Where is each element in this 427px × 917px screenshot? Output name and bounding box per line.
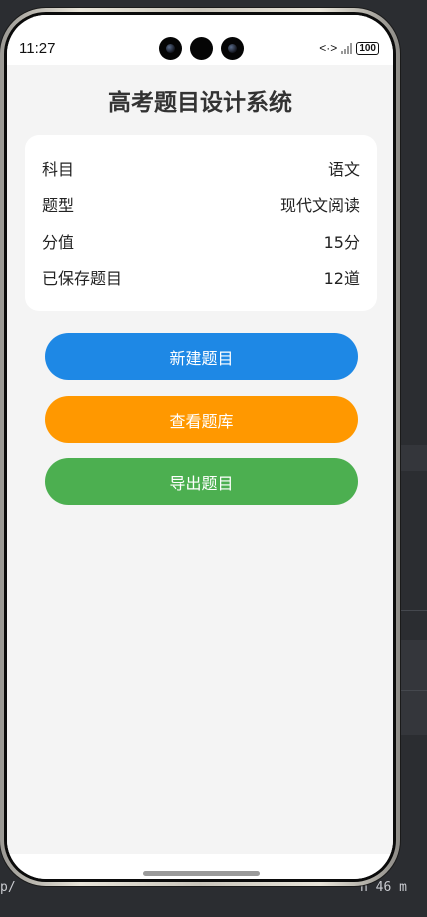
signal-icon	[341, 42, 353, 54]
camera-icon	[190, 37, 213, 60]
phone-frame: 11:27 <·> 100 高考题目设计系统 科目 语文 题型 现代文阅读 分值…	[0, 8, 400, 886]
status-bar: 11:27 <·> 100	[7, 15, 393, 65]
info-row-saved-count: 已保存题目 12道	[42, 259, 360, 295]
page-title: 高考题目设计系统	[108, 90, 292, 116]
info-label: 题型	[42, 196, 75, 215]
info-row-subject: 科目 语文	[42, 150, 360, 186]
status-time: 11:27	[19, 40, 56, 57]
terminal-text-left: p/	[0, 880, 16, 895]
gesture-bar	[7, 854, 393, 879]
info-value: 12道	[323, 269, 360, 288]
network-icon: <·>	[319, 41, 338, 55]
info-label: 分值	[42, 233, 75, 252]
view-question-bank-button[interactable]: 查看题库	[45, 396, 358, 443]
battery-icon: 100	[356, 41, 379, 55]
info-label: 科目	[42, 160, 75, 179]
info-row-score: 分值 15分	[42, 223, 360, 259]
info-card: 科目 语文 题型 现代文阅读 分值 15分 已保存题目 12道	[25, 135, 377, 311]
status-icons: <·> 100	[319, 41, 379, 55]
info-label: 已保存题目	[42, 269, 123, 288]
phone-bezel: 11:27 <·> 100 高考题目设计系统 科目 语文 题型 现代文阅读 分值…	[4, 12, 396, 882]
info-value: 语文	[327, 160, 360, 179]
new-question-button[interactable]: 新建题目	[45, 333, 358, 380]
camera-icon	[159, 37, 182, 60]
export-questions-button[interactable]: 导出题目	[45, 458, 358, 505]
phone-screen: 11:27 <·> 100 高考题目设计系统 科目 语文 题型 现代文阅读 分值…	[7, 15, 393, 879]
info-row-question-type: 题型 现代文阅读	[42, 186, 360, 222]
info-value: 现代文阅读	[279, 196, 360, 215]
app-main: 高考题目设计系统 科目 语文 题型 现代文阅读 分值 15分 已保存题目 12道…	[7, 65, 393, 854]
camera-icon	[221, 37, 244, 60]
home-indicator[interactable]	[143, 871, 260, 876]
info-value: 15分	[323, 233, 360, 252]
